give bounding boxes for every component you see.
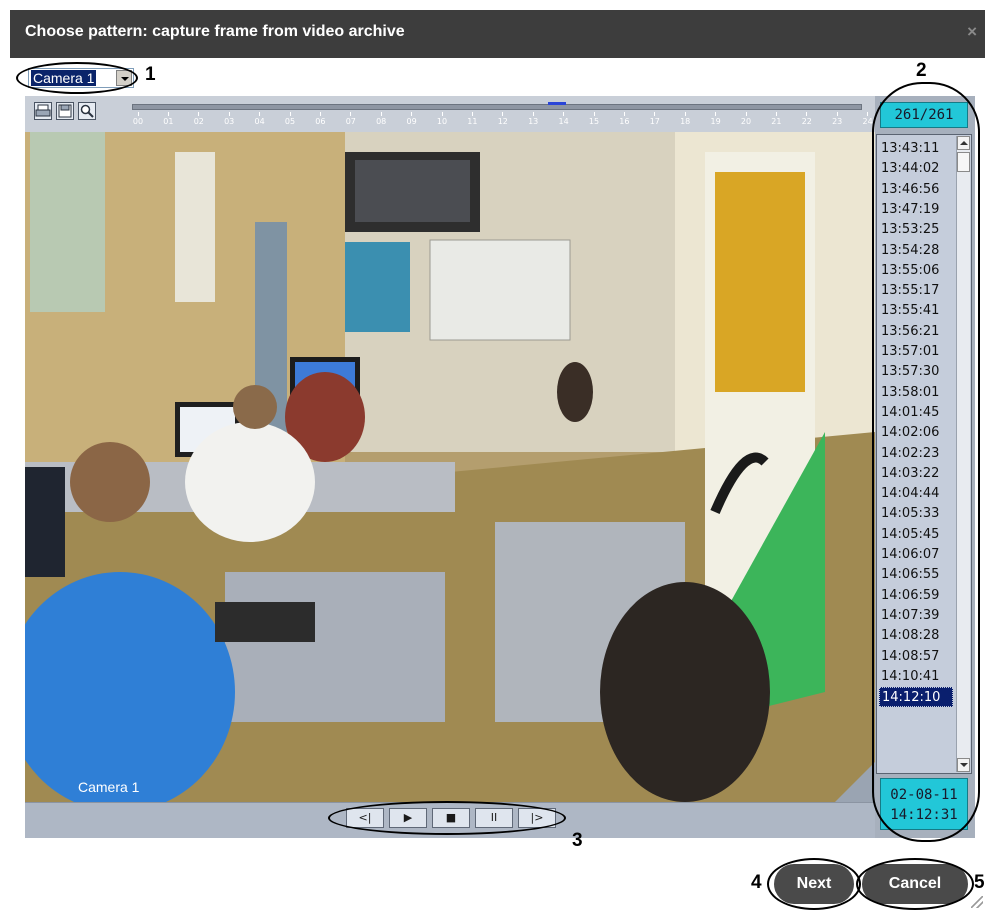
timeline-tick: 05 (280, 112, 300, 126)
timeline-tick: 02 (189, 112, 209, 126)
timeline-tick: 06 (310, 112, 330, 126)
timeline-tick: 18 (675, 112, 695, 126)
resize-grip-icon[interactable] (971, 896, 983, 908)
timeline-tick: 03 (219, 112, 239, 126)
dialog-title: Choose pattern: capture frame from video… (25, 23, 405, 40)
timeline-tick: 17 (645, 112, 665, 126)
timeline-tick: 04 (250, 112, 270, 126)
callout-ring-2 (872, 82, 980, 842)
timeline-tick: 23 (827, 112, 847, 126)
callout-number-4: 4 (751, 872, 762, 893)
timeline-tick: 13 (523, 112, 543, 126)
callout-number-1: 1 (145, 64, 156, 85)
timeline-position-marker[interactable] (548, 102, 566, 105)
close-icon[interactable]: × (967, 22, 977, 42)
timeline-tick: 01 (158, 112, 178, 126)
timeline-ticks: 00 01 02 03 04 05 06 07 08 09 10 11 12 13 14 15 16 17 18 19… (128, 112, 873, 132)
timeline-tick: 12 (493, 112, 513, 126)
timeline-tick: 22 (797, 112, 817, 126)
callout-number-5: 5 (974, 872, 985, 893)
timeline-tick: 08 (371, 112, 391, 126)
callout-number-2: 2 (916, 60, 927, 81)
timeline-tick: 19 (706, 112, 726, 126)
timeline-tick: 10 (432, 112, 452, 126)
dialog-titlebar: Choose pattern: capture frame from video… (10, 10, 985, 58)
timeline-tick: 00 (128, 112, 148, 126)
print-icon (35, 104, 51, 117)
timeline-track[interactable] (132, 104, 862, 110)
timeline-tick: 09 (402, 112, 422, 126)
timeline-tick: 11 (462, 112, 482, 126)
timeline-tick: 15 (584, 112, 604, 126)
video-frame (25, 132, 875, 802)
callout-ring-1 (16, 62, 138, 94)
callout-ring-4 (767, 858, 861, 910)
save-icon (58, 104, 72, 118)
office-scene-image (25, 132, 875, 802)
zoom-button[interactable] (78, 102, 96, 120)
timeline-tick: 07 (341, 112, 361, 126)
timeline-tick: 20 (736, 112, 756, 126)
timeline-tick: 21 (766, 112, 786, 126)
magnifier-icon (80, 104, 94, 118)
timeline-tick: 14 (554, 112, 574, 126)
callout-number-3: 3 (572, 830, 583, 851)
callout-ring-3 (328, 801, 566, 835)
save-button[interactable] (56, 102, 74, 120)
callout-ring-5 (856, 858, 974, 910)
print-button[interactable] (34, 102, 52, 120)
timeline-tick: 16 (614, 112, 634, 126)
video-overlay-camera-label: Camera 1 (78, 779, 140, 795)
